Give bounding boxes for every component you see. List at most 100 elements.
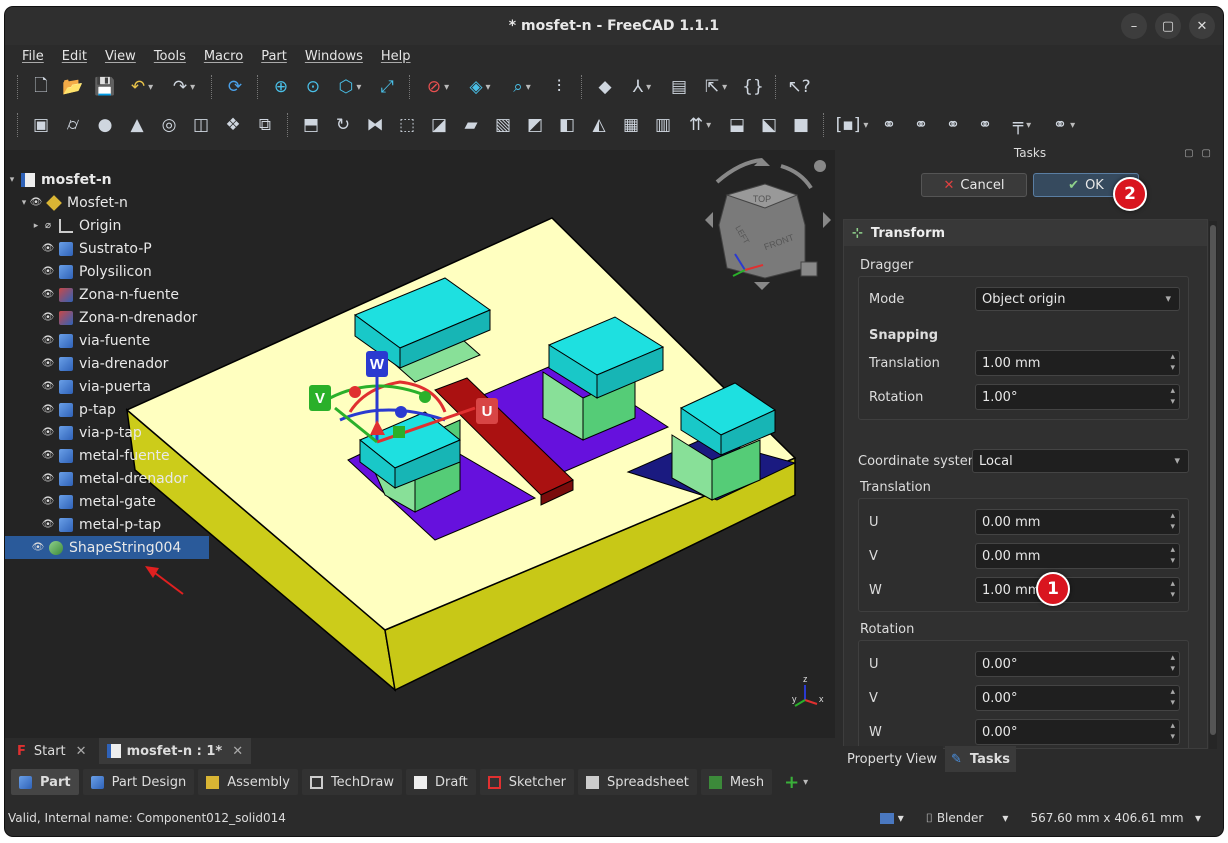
undo-icon[interactable]: ↶ bbox=[123, 73, 161, 101]
defeaturing-icon[interactable]: [▪] bbox=[833, 111, 871, 139]
scrollbar-thumb[interactable] bbox=[1210, 225, 1216, 735]
close-tab-icon[interactable]: ✕ bbox=[232, 744, 243, 759]
tab-property-view[interactable]: Property View bbox=[841, 746, 943, 772]
new-file-icon[interactable]: 🗋 bbox=[27, 73, 55, 101]
tree-document[interactable]: ▾ mosfet-n bbox=[5, 168, 235, 191]
rotation-v-input[interactable]: 0.00° bbox=[975, 685, 1180, 711]
common-icon[interactable]: ⚭ bbox=[971, 111, 999, 139]
navigation-cube[interactable]: TOP FRONT LEFT bbox=[705, 158, 831, 290]
workbench-techdraw[interactable]: TechDraw bbox=[301, 769, 403, 795]
boolean-icon[interactable]: ⚭ bbox=[875, 111, 903, 139]
shape-builder-icon[interactable]: ⧉ bbox=[251, 111, 279, 139]
box-icon[interactable]: ▣ bbox=[27, 111, 55, 139]
tree-part[interactable]: ▾ 👁 Mosfet-n bbox=[5, 191, 235, 214]
visibility-eye-icon[interactable]: 👁 bbox=[41, 519, 55, 530]
visibility-eye-icon[interactable]: 👁 bbox=[41, 335, 55, 346]
translation-v-input[interactable]: 0.00 mm bbox=[975, 543, 1180, 569]
tree-origin[interactable]: ▸ ⌀ Origin bbox=[5, 214, 235, 237]
tree-item[interactable]: 👁 via-drenador bbox=[5, 352, 235, 375]
cross-sections-icon[interactable]: ▦ bbox=[617, 111, 645, 139]
group-icon[interactable]: ▤ bbox=[665, 73, 693, 101]
cut-icon[interactable]: ⚭ bbox=[907, 111, 935, 139]
tree-item[interactable]: 👁 Polysilicon bbox=[5, 260, 235, 283]
axis-icon[interactable]: ⅄ bbox=[623, 73, 661, 101]
tree-item[interactable]: 👁 via-fuente bbox=[5, 329, 235, 352]
menu-edit[interactable]: Edit bbox=[53, 49, 96, 64]
translation-u-input[interactable]: 0.00 mm bbox=[975, 509, 1180, 535]
menu-help[interactable]: Help bbox=[372, 49, 420, 64]
panel-scrollbar[interactable] bbox=[1209, 221, 1217, 749]
fit-selection-icon[interactable]: ⊙ bbox=[299, 73, 327, 101]
tab-mosfet[interactable]: mosfet-n : 1* ✕ bbox=[98, 738, 252, 764]
torus-icon[interactable]: ◎ bbox=[155, 111, 183, 139]
tree-item[interactable]: 👁 via-p-tap bbox=[5, 421, 235, 444]
nav-style-selector[interactable]: ⌷ Blender ▾ bbox=[926, 811, 1009, 826]
primitives-icon[interactable]: ❖ bbox=[219, 111, 247, 139]
tree-item[interactable]: 👁 p-tap bbox=[5, 398, 235, 421]
visibility-eye-icon[interactable]: 👁 bbox=[41, 289, 55, 300]
tree-item[interactable]: 👁 metal-gate bbox=[5, 490, 235, 513]
rotation-u-input[interactable]: 0.00° bbox=[975, 651, 1180, 677]
redo-icon[interactable]: ↷ bbox=[165, 73, 203, 101]
menu-file[interactable]: File bbox=[13, 49, 53, 64]
menu-windows[interactable]: Windows bbox=[296, 49, 372, 64]
whats-this-icon[interactable]: ↖? bbox=[785, 73, 813, 101]
hidden-eye-icon[interactable]: ⌀ bbox=[41, 220, 55, 231]
visibility-eye-icon[interactable]: 👁 bbox=[41, 358, 55, 369]
menu-part[interactable]: Part bbox=[252, 49, 296, 64]
macro-icon[interactable]: {} bbox=[739, 73, 767, 101]
revolve-icon[interactable]: ↻ bbox=[329, 111, 357, 139]
tree-item[interactable]: 👁 metal-drenador bbox=[5, 467, 235, 490]
draw-style-selector[interactable]: ▾ bbox=[879, 811, 904, 825]
visibility-eye-icon[interactable]: 👁 bbox=[31, 542, 45, 553]
visibility-eye-icon[interactable]: 👁 bbox=[41, 496, 55, 507]
workbench-sketcher[interactable]: Sketcher bbox=[479, 769, 574, 795]
tree-item[interactable]: 👁 metal-p-tap bbox=[5, 513, 235, 536]
tree-item[interactable]: 👁 Zona-n-fuente bbox=[5, 283, 235, 306]
draw-style-icon[interactable]: ⊘ bbox=[419, 73, 457, 101]
ruled-surface-icon[interactable]: ▧ bbox=[489, 111, 517, 139]
transform-panel-header[interactable]: ⊹ Transform bbox=[844, 220, 1207, 246]
visibility-eye-icon[interactable]: 👁 bbox=[41, 266, 55, 277]
3d-viewport[interactable]: W V U TOP FRONT LEFT z y x ▾ mosfet-n ▾ … bbox=[5, 150, 835, 738]
fillet-icon[interactable]: ⬚ bbox=[393, 111, 421, 139]
visibility-eye-icon[interactable]: 👁 bbox=[41, 312, 55, 323]
tree-item-selected[interactable]: 👁 ShapeString004 bbox=[5, 536, 209, 559]
projection-icon[interactable]: ⬓ bbox=[723, 111, 751, 139]
cylinder-icon[interactable]: ⌭ bbox=[59, 111, 87, 139]
workbench-part[interactable]: Part bbox=[11, 769, 79, 795]
mode-select[interactable]: Object origin bbox=[975, 287, 1180, 311]
workbench-assembly[interactable]: Assembly bbox=[198, 769, 298, 795]
clipping-icon[interactable]: ⫶ bbox=[545, 73, 573, 101]
visibility-eye-icon[interactable]: 👁 bbox=[41, 450, 55, 461]
menu-view[interactable]: View bbox=[96, 49, 145, 64]
save-icon[interactable]: 💾 bbox=[91, 73, 119, 101]
fit-all-icon[interactable]: ⊕ bbox=[267, 73, 295, 101]
minimize-button[interactable]: – bbox=[1121, 13, 1147, 39]
view-isometric-icon[interactable]: ⬡ bbox=[331, 73, 369, 101]
compound-icon[interactable]: ⬕ bbox=[755, 111, 783, 139]
join-icon[interactable]: ╤ bbox=[1003, 111, 1041, 139]
tree-item[interactable]: 👁 Zona-n-drenador bbox=[5, 306, 235, 329]
refresh-icon[interactable]: ⟳ bbox=[221, 73, 249, 101]
close-button[interactable]: ✕ bbox=[1189, 13, 1215, 39]
workbench-draft[interactable]: Draft bbox=[406, 769, 476, 795]
std-views-icon[interactable]: ◈ bbox=[461, 73, 499, 101]
section-icon[interactable]: ◭ bbox=[585, 111, 613, 139]
cone-icon[interactable]: ▲ bbox=[123, 111, 151, 139]
dimensions-display[interactable]: 567.60 mm x 406.61 mm ▾ bbox=[1030, 811, 1201, 825]
offset-icon[interactable]: ▥ bbox=[649, 111, 677, 139]
workbench-spreadsheet[interactable]: Spreadsheet bbox=[577, 769, 697, 795]
tree-item[interactable]: 👁 metal-fuente bbox=[5, 444, 235, 467]
workbench-part-design[interactable]: Part Design bbox=[82, 769, 195, 795]
split-icon[interactable]: ⚭ bbox=[1045, 111, 1083, 139]
coord-system-select[interactable]: Local bbox=[972, 449, 1189, 473]
visibility-eye-icon[interactable]: 👁 bbox=[41, 243, 55, 254]
chamfer-icon[interactable]: ◪ bbox=[425, 111, 453, 139]
visibility-eye-icon[interactable]: 👁 bbox=[29, 197, 43, 208]
dock-buttons[interactable]: ▢▢ bbox=[1184, 148, 1219, 159]
tab-tasks[interactable]: ✎ Tasks bbox=[945, 746, 1016, 772]
menu-macro[interactable]: Macro bbox=[195, 49, 252, 64]
tree-item[interactable]: 👁 via-puerta bbox=[5, 375, 235, 398]
mirror-icon[interactable]: ⧓ bbox=[361, 111, 389, 139]
